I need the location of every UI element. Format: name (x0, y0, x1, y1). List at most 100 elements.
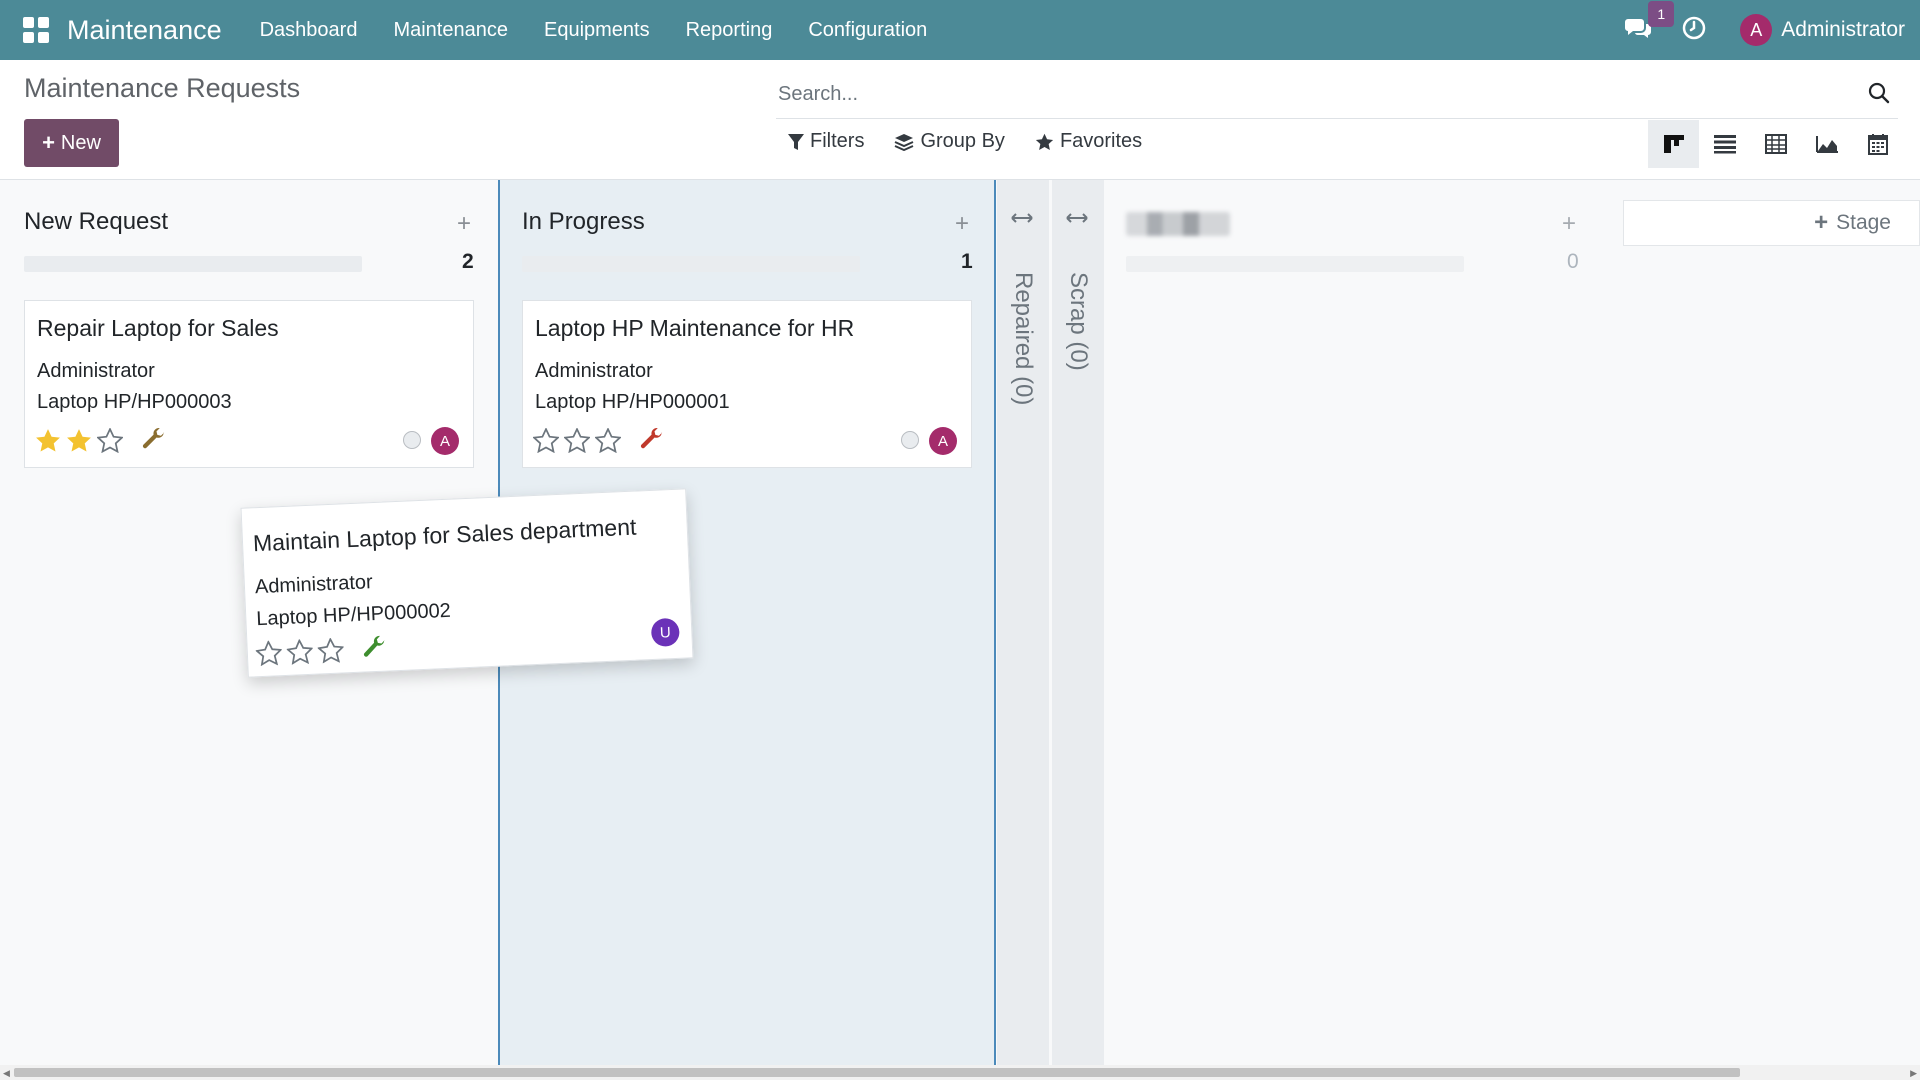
filters-dropdown[interactable]: Filters (788, 130, 864, 153)
priority-stars (35, 427, 173, 453)
star-empty-icon[interactable] (317, 636, 345, 664)
column-progress-bar[interactable] (522, 256, 860, 272)
priority-stars (533, 427, 671, 453)
column-progress-bar (1126, 256, 1464, 272)
top-navbar: Maintenance Dashboard Maintenance Equipm… (0, 0, 1920, 60)
card-title: Maintain Laptop for Sales department (252, 513, 637, 557)
kanban-view-button[interactable] (1648, 120, 1699, 168)
pivot-view-button[interactable] (1750, 120, 1801, 168)
area-chart-icon (1815, 136, 1838, 153)
search-bar (776, 70, 1898, 119)
list-icon (1713, 135, 1736, 154)
menu-dashboard[interactable]: Dashboard (260, 19, 358, 42)
star-filled-icon[interactable] (35, 428, 61, 453)
expand-arrows-icon (1011, 213, 1033, 223)
card-title: Laptop HP Maintenance for HR (535, 315, 855, 341)
user-menu[interactable]: A Administrator (1740, 14, 1905, 46)
column-count: 1 (961, 250, 973, 273)
menu-equipments[interactable]: Equipments (544, 19, 650, 42)
add-stage-button[interactable]: + Stage (1623, 200, 1920, 246)
folded-column-label: Scrap (0) (1065, 272, 1092, 371)
card-title: Repair Laptop for Sales (37, 315, 279, 341)
folded-column-repaired[interactable]: Repaired (0) (997, 180, 1049, 1065)
card-equipment: Laptop HP/HP000002 (255, 599, 452, 631)
kanban-card[interactable]: Repair Laptop for Sales Administrator La… (24, 300, 474, 468)
blurred-column-title (1126, 212, 1230, 236)
folded-column-scrap[interactable]: Scrap (0) (1052, 180, 1104, 1065)
star-icon (1035, 133, 1054, 150)
groupby-label: Group By (920, 130, 1005, 152)
plus-icon: + (1814, 209, 1829, 236)
scroll-left-arrow-icon[interactable]: ◀ (3, 1068, 10, 1079)
card-equipment: Laptop HP/HP000001 (535, 391, 730, 413)
wrench-icon (363, 635, 385, 657)
graph-view-button[interactable] (1801, 120, 1852, 168)
kanban-icon (1663, 135, 1684, 153)
plus-icon: + (42, 130, 55, 155)
scrollbar-thumb[interactable] (14, 1068, 1740, 1077)
star-empty-icon[interactable] (286, 638, 314, 665)
page-title: Maintenance Requests (24, 73, 301, 103)
column-blurred: + 0 (1102, 180, 1600, 1065)
calendar-view-button[interactable] (1852, 120, 1903, 168)
column-quick-add-button[interactable]: + (1562, 210, 1576, 238)
star-empty-icon[interactable] (595, 427, 621, 453)
menu-configuration[interactable]: Configuration (808, 19, 927, 42)
column-count: 0 (1567, 250, 1579, 273)
card-user: Administrator (535, 360, 653, 382)
column-quick-add-button[interactable]: + (457, 210, 471, 238)
card-equipment: Laptop HP/HP000003 (37, 391, 232, 413)
messages-count-badge: 1 (1648, 0, 1675, 27)
dragged-kanban-card[interactable]: Maintain Laptop for Sales department Adm… (240, 488, 694, 678)
search-input[interactable] (776, 82, 1836, 106)
activities-button[interactable] (1682, 16, 1706, 45)
folded-column-label: Repaired (0) (1010, 272, 1037, 406)
menu-maintenance[interactable]: Maintenance (393, 19, 508, 42)
layers-icon (895, 133, 914, 151)
scroll-right-arrow-icon[interactable]: ▶ (1910, 1068, 1917, 1079)
priority-stars (255, 634, 394, 666)
filters-label: Filters (810, 130, 865, 152)
star-empty-icon[interactable] (255, 639, 283, 666)
clock-icon (1683, 16, 1706, 39)
search-button[interactable] (1868, 82, 1890, 109)
list-view-button[interactable] (1699, 120, 1750, 168)
new-button[interactable]: + New (24, 119, 119, 167)
add-stage-label: Stage (1836, 211, 1891, 234)
kanban-card[interactable]: Laptop HP Maintenance for HR Administrat… (522, 300, 972, 468)
wrench-icon (142, 428, 165, 449)
expand-arrows-icon (1066, 213, 1088, 223)
search-icon (1868, 82, 1890, 104)
favorites-dropdown[interactable]: Favorites (1035, 130, 1142, 153)
assignee-avatar[interactable]: A (929, 427, 957, 455)
app-brand[interactable]: Maintenance (67, 15, 222, 46)
new-button-label: New (60, 131, 101, 154)
kanban-state-indicator[interactable] (901, 431, 919, 449)
star-empty-icon[interactable] (564, 427, 590, 453)
column-progress-bar[interactable] (24, 256, 362, 272)
navbar-systray: 1 A Administrator (1624, 0, 1905, 60)
star-empty-icon[interactable] (533, 427, 559, 453)
messages-button[interactable]: 1 (1624, 0, 1675, 45)
star-filled-icon[interactable] (66, 428, 92, 453)
kanban-state-indicator[interactable] (403, 431, 421, 449)
assignee-avatar[interactable]: U (650, 617, 680, 647)
search-options: Filters Group By Favorites (788, 130, 1172, 153)
apps-menu-icon[interactable] (23, 17, 49, 43)
card-user: Administrator (37, 360, 155, 382)
horizontal-scrollbar[interactable]: ◀ ▶ (0, 1065, 1920, 1080)
control-panel: Maintenance Requests + New Filters Group… (0, 60, 1920, 180)
calendar-icon (1867, 134, 1888, 155)
column-quick-add-button[interactable]: + (955, 210, 969, 238)
assignee-avatar[interactable]: A (431, 427, 459, 455)
user-avatar: A (1740, 14, 1773, 46)
star-empty-icon[interactable] (97, 427, 123, 453)
table-icon (1764, 134, 1787, 154)
card-user: Administrator (254, 571, 374, 599)
user-name: Administrator (1781, 18, 1905, 41)
column-count: 2 (462, 250, 474, 273)
menu-reporting[interactable]: Reporting (686, 19, 773, 42)
column-title: New Request (24, 208, 169, 235)
favorites-label: Favorites (1059, 130, 1143, 152)
groupby-dropdown[interactable]: Group By (894, 130, 1005, 153)
